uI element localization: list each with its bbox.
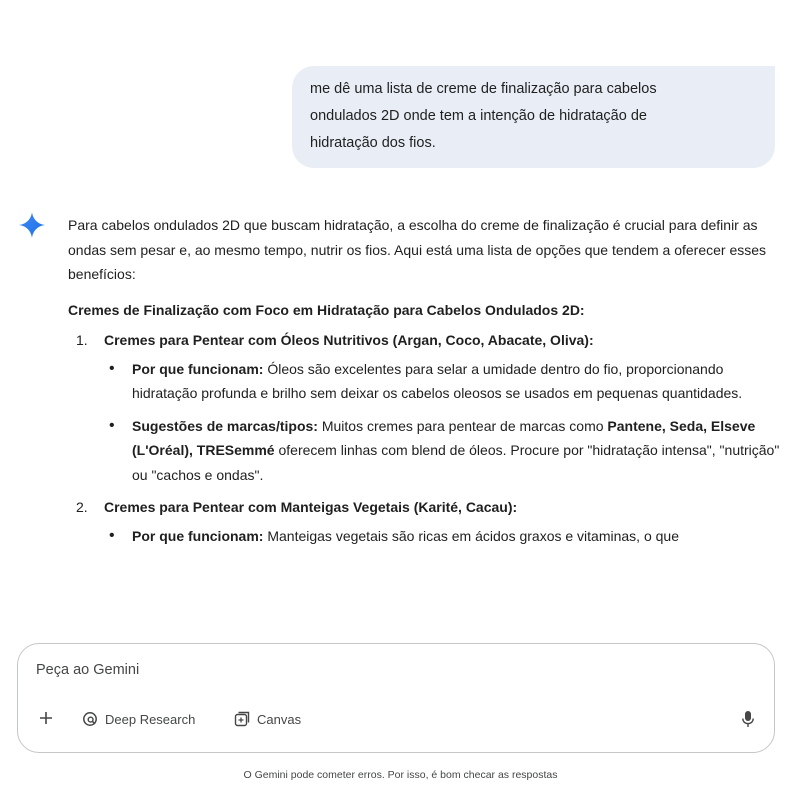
response-intro: Para cabelos ondulados 2D que buscam hid… <box>68 217 767 282</box>
canvas-label: Canvas <box>257 711 302 727</box>
sub-list: • Por que funcionam: Óleos são excelentes… <box>104 357 780 488</box>
bullet-text: Manteigas vegetais são ricas em ácidos g… <box>263 527 679 544</box>
sub-list-item: • Por que funcionam: Óleos são excelentes… <box>109 359 743 402</box>
bullet-label: Sugestões de marcas/tipos: <box>132 417 318 434</box>
list-item: 1. Cremes para Pentear com Óleos Nutriti… <box>68 328 780 487</box>
list-item: 2. Cremes para Pentear com Manteigas Veg… <box>68 495 780 548</box>
bullet-label: Por que funcionam: <box>132 527 264 544</box>
canvas-button[interactable]: Canvas <box>234 711 301 727</box>
scroll-fade <box>0 588 801 648</box>
list-item-number: 1. <box>76 332 88 348</box>
sub-list-item: • Por que funcionam: Manteigas vegetais s… <box>109 526 679 544</box>
bullet-text: Muitos cremes para pentear de marcas com… <box>317 417 608 434</box>
microphone-icon[interactable] <box>740 710 756 728</box>
user-message-line: hidratação dos fios. <box>310 135 436 151</box>
deep-research-button[interactable]: Deep Research <box>82 711 195 727</box>
list-item-title: Cremes para Pentear com Óleos Nutritivos… <box>104 332 594 348</box>
bullet-label: Por que funcionam: <box>132 360 264 377</box>
recommendation-list: 1. Cremes para Pentear com Óleos Nutriti… <box>68 328 780 548</box>
gemini-star-icon <box>19 212 45 238</box>
canvas-icon <box>234 711 250 727</box>
disclaimer-text: O Gemini pode cometer erros. Por isso, é… <box>243 769 558 781</box>
prompt-input[interactable]: Peça ao Gemini <box>36 662 139 678</box>
response-heading: Cremes de Finalização com Foco em Hidrat… <box>68 301 585 318</box>
user-message-bubble: me dê uma lista de creme de finalização … <box>292 66 775 168</box>
prompt-composer[interactable]: Peça ao Gemini Deep Research Canvas <box>17 643 775 753</box>
deep-research-label: Deep Research <box>105 711 196 727</box>
list-item-title: Cremes para Pentear com Manteigas Vegeta… <box>104 499 518 515</box>
plus-icon <box>40 712 52 724</box>
assistant-response: Para cabelos ondulados 2D que buscam hid… <box>68 213 780 556</box>
add-button[interactable] <box>36 708 56 728</box>
user-message-line: ondulados 2D onde tem a intenção de hidr… <box>310 108 647 124</box>
list-item-number: 2. <box>76 499 88 515</box>
user-message-line: me dê uma lista de creme de finalização … <box>310 81 657 97</box>
sub-list: • Por que funcionam: Manteigas vegetais s… <box>104 524 780 549</box>
sub-list-item: • Sugestões de marcas/tipos: Muitos creme… <box>109 416 780 483</box>
deep-research-icon <box>83 712 97 726</box>
